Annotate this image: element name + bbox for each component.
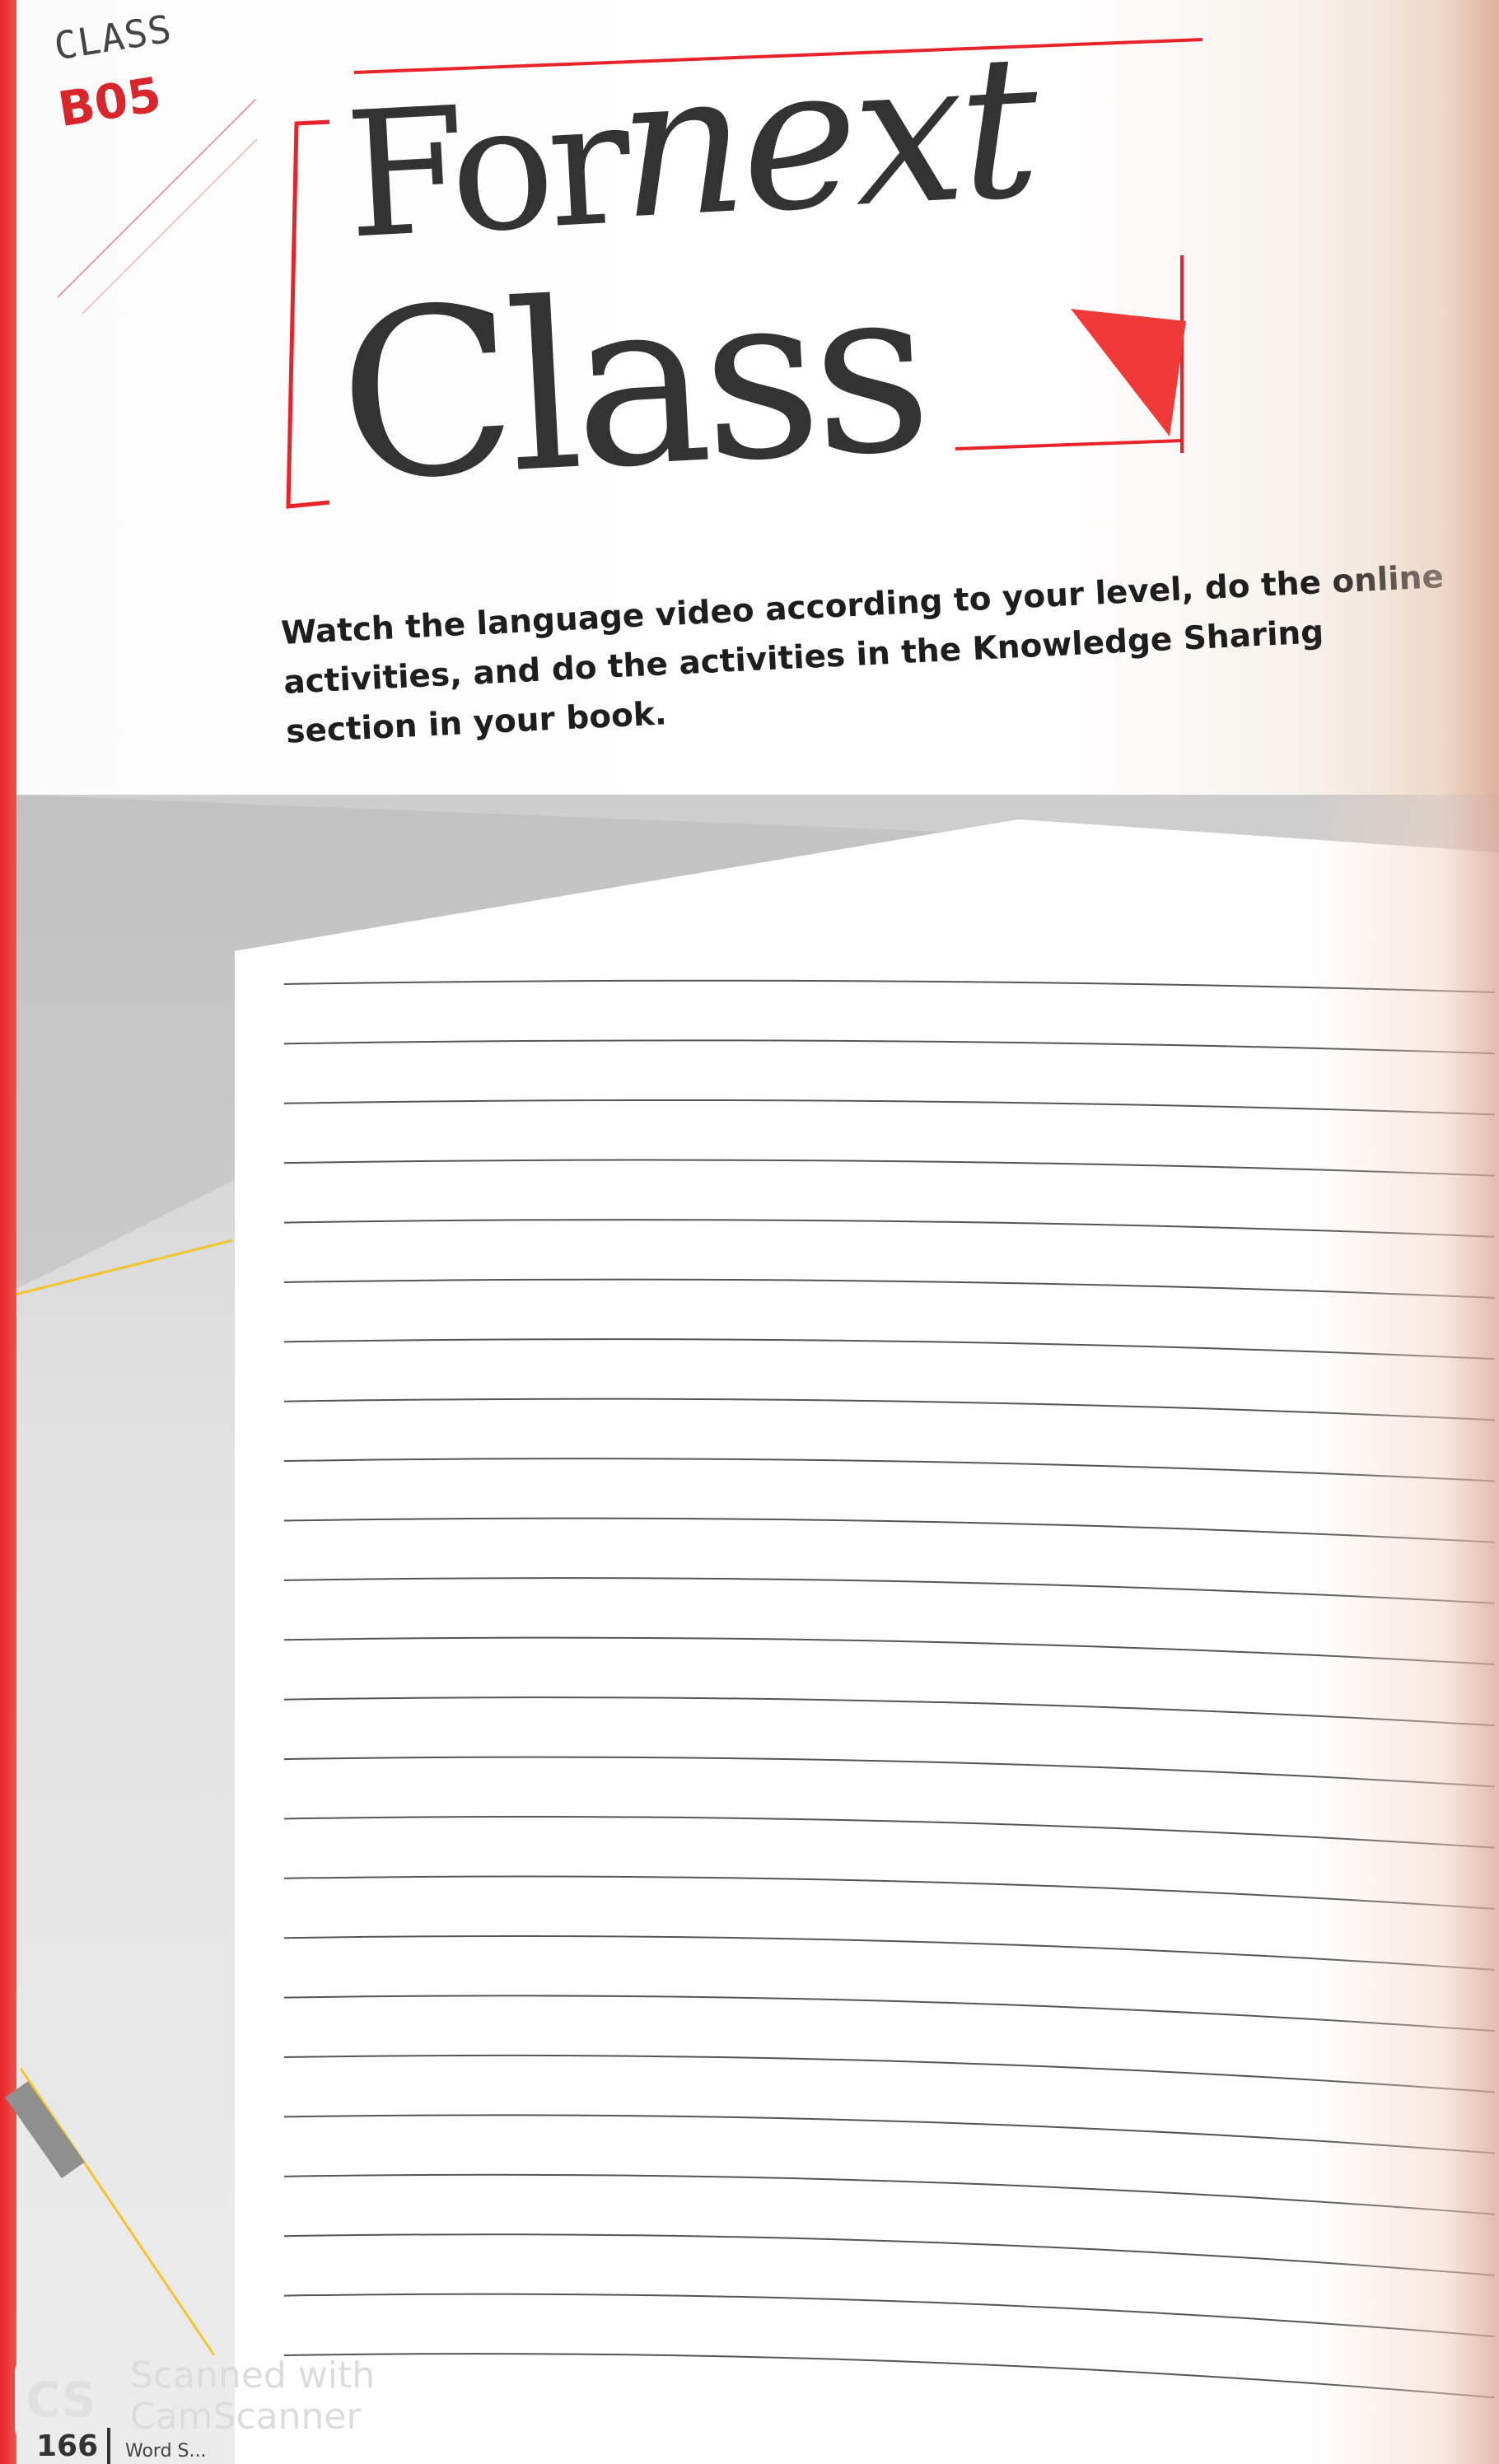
watermark-text: Scanned with CamScanner <box>130 2355 375 2438</box>
page-number: 166 <box>36 2429 99 2463</box>
writing-line[interactable] <box>283 1278 1496 1299</box>
writing-line[interactable] <box>283 979 1496 993</box>
writing-line[interactable] <box>283 2173 1496 2215</box>
writing-line[interactable] <box>283 1756 1496 1788</box>
footer-running-text: Word S... <box>125 2441 207 2462</box>
writing-line[interactable] <box>283 1219 1496 1238</box>
writing-line[interactable] <box>283 1517 1496 1543</box>
watermark-line-1: Scanned with <box>130 2354 376 2396</box>
writing-line[interactable] <box>283 1995 1496 2032</box>
writing-line[interactable] <box>283 2054 1496 2093</box>
writing-line[interactable] <box>283 2233 1496 2277</box>
writing-line[interactable] <box>283 2293 1496 2338</box>
writing-line[interactable] <box>283 1099 1496 1116</box>
writing-line[interactable] <box>283 1398 1496 1421</box>
writing-line[interactable] <box>283 1934 1496 1972</box>
workbook-page: CLASS B05 For next Class Watch the langu… <box>0 0 1499 2464</box>
writing-line[interactable] <box>283 1039 1496 1055</box>
writing-line[interactable] <box>283 1338 1496 1360</box>
footer-separator <box>107 2428 110 2464</box>
writing-line[interactable] <box>283 1636 1496 1666</box>
writing-line[interactable] <box>283 1159 1496 1177</box>
writing-line[interactable] <box>283 1577 1496 1604</box>
writing-line[interactable] <box>283 1458 1496 1482</box>
writing-line[interactable] <box>283 2114 1496 2154</box>
writing-line[interactable] <box>283 1875 1496 1910</box>
writing-line[interactable] <box>283 1816 1496 1849</box>
writing-line[interactable] <box>283 2353 1496 2399</box>
writing-line[interactable] <box>283 1696 1496 1727</box>
ruled-writing-lines[interactable] <box>0 0 1499 2464</box>
watermark-line-2: CamScanner <box>130 2396 362 2438</box>
